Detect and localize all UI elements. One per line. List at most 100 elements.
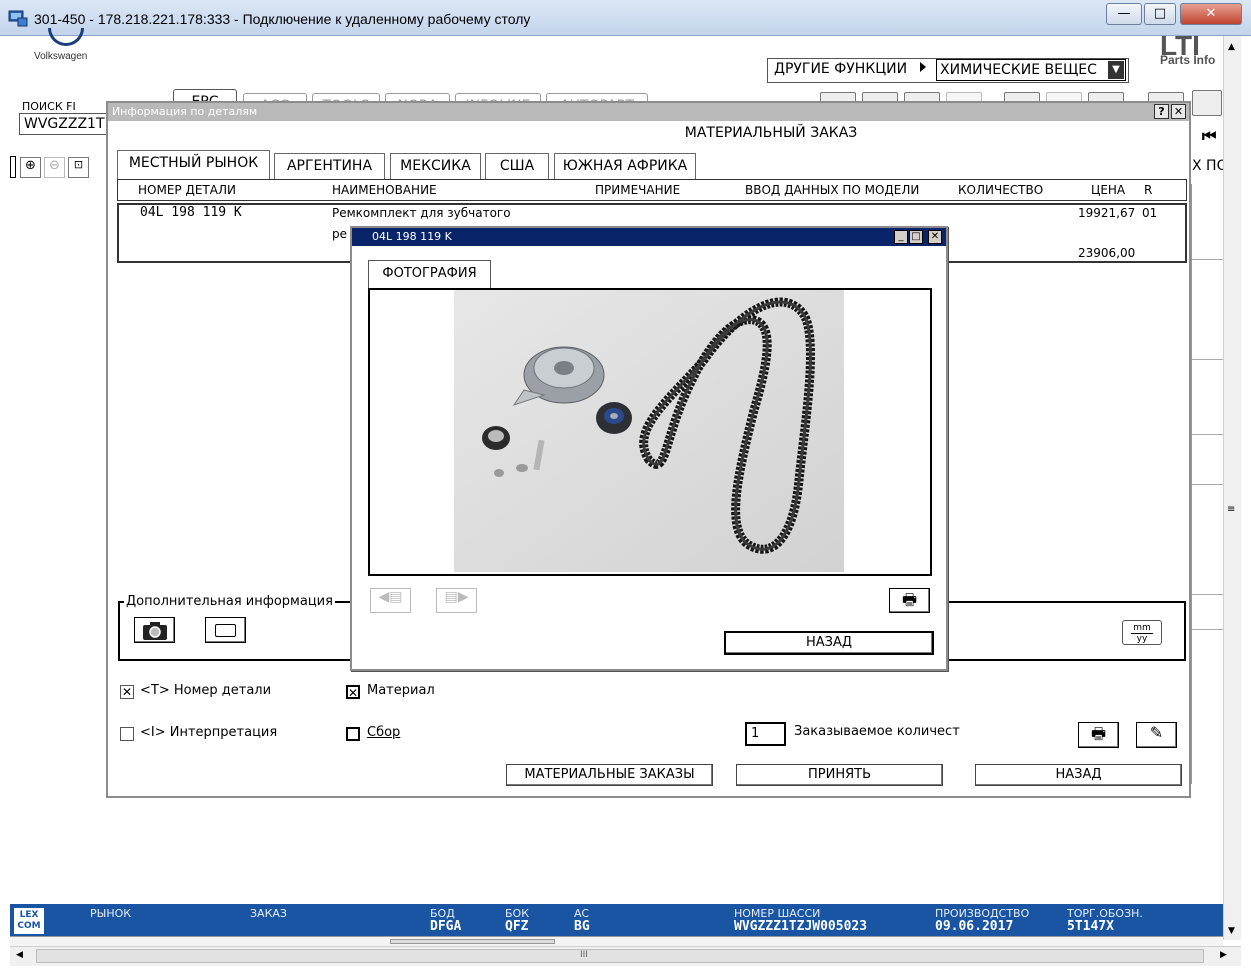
col-note: ПРИМЕЧАНИЕ <box>595 183 681 197</box>
part-number-label: <T> Номер детали <box>140 683 272 698</box>
row-price: 19921,67 <box>1078 206 1136 220</box>
print-button[interactable]: 🖶 <box>1078 722 1119 748</box>
dialog-close-icon[interactable]: ✕ <box>1171 104 1186 119</box>
inner-hscroll[interactable] <box>10 936 1223 946</box>
order-qty-label: Заказываемое количест <box>794 724 960 739</box>
zoom-in-icon[interactable]: ⊕ <box>20 157 41 178</box>
remote-desktop-icon <box>8 10 28 27</box>
prev-photo-button[interactable]: ◀▤ <box>370 588 411 613</box>
tab-argentina[interactable]: АРГЕНТИНА <box>274 153 385 179</box>
status-value-trade: 5T147X <box>1067 919 1114 934</box>
assembly-label: Сбор <box>367 725 401 740</box>
col-model: ВВОД ДАННЫХ ПО МОДЕЛИ <box>745 183 920 197</box>
accept-button[interactable]: ПРИНЯТЬ <box>736 764 943 786</box>
row-part-no: 04L 198 119 K <box>140 205 242 220</box>
mm-label: mm <box>1131 623 1153 634</box>
back-button[interactable]: НАЗАД <box>975 764 1182 786</box>
next-photo-button[interactable]: ▤▶ <box>436 588 477 613</box>
close-button[interactable]: ✕ <box>1180 3 1242 25</box>
dialog-title-bar: Информация по деталям ? ✕ <box>108 103 1189 121</box>
scroll-thumb-grip-icon: III <box>580 950 588 960</box>
search-input[interactable]: WVGZZZ1T <box>19 113 117 135</box>
tab-usa[interactable]: США <box>485 153 549 179</box>
popup-back-button[interactable]: НАЗАД <box>724 631 934 655</box>
edit-icon: ✎ <box>1149 723 1164 742</box>
search-label: ПОИСК FI <box>22 100 76 113</box>
interpretation-label: <I> Интерпретация <box>140 725 278 740</box>
zoom-out-icon[interactable]: ⊖ <box>44 157 65 178</box>
window-title: 301-450 - 178.218.221.178:333 - Подключе… <box>34 11 531 27</box>
next-icon: ▤▶ <box>444 589 469 605</box>
vw-logo <box>48 28 84 46</box>
photo-title: 04L 198 119 K <box>372 230 452 243</box>
tab-south-africa[interactable]: ЮЖНАЯ АФРИКА <box>554 153 696 179</box>
lexcom-logo: LEX COM <box>14 908 44 934</box>
material-label: Материал <box>367 683 435 698</box>
col-price: ЦЕНА <box>1091 183 1126 197</box>
tab-mexico[interactable]: МЕКСИКА <box>390 153 481 179</box>
status-bar: LEX COM РЫНОК ЗАКАЗ БОД DFGA БОК QFZ AC … <box>10 904 1223 936</box>
status-value-bod: DFGA <box>430 919 462 934</box>
col-r: R <box>1144 183 1153 197</box>
brand-name: Volkswagen <box>34 51 88 62</box>
timing-belt-kit-photo <box>454 290 844 572</box>
row-name-line1: Ремкомплект для зубчатого <box>332 206 511 220</box>
status-value-production: 09.06.2017 <box>935 919 1014 934</box>
zoom-fit-icon[interactable]: ⊡ <box>68 157 89 178</box>
popup-close-icon[interactable]: ✕ <box>928 230 942 244</box>
dialog-heading: МАТЕРИАЛЬНЫЙ ЗАКАЗ <box>684 125 858 141</box>
help-icon[interactable]: ? <box>1154 104 1169 119</box>
edit-button[interactable]: ✎ <box>1136 722 1177 748</box>
row-name-line2: ре <box>332 227 347 241</box>
other-functions-label: ДРУГИЕ ФУНКЦИИ <box>774 61 908 77</box>
scroll-grip-icon[interactable]: ≡ <box>1227 504 1235 515</box>
tab-photo[interactable]: ФОТОГРАФИЯ <box>368 260 491 289</box>
dialog-title: Информация по деталям <box>112 105 258 118</box>
col-qty: КОЛИЧЕСТВО <box>958 183 1044 197</box>
row-price-2: 23906,00 <box>1078 246 1136 260</box>
order-qty-input[interactable]: 1 <box>745 722 786 746</box>
first-page-icon[interactable]: ⏮ <box>1202 126 1222 148</box>
popup-print-button[interactable]: 🖶 <box>889 588 930 613</box>
interpretation-checkbox[interactable] <box>120 727 134 741</box>
material-checkbox[interactable]: ✕ <box>346 685 360 699</box>
popup-maximize-icon[interactable]: □ <box>909 230 923 244</box>
frame-icon <box>215 624 236 637</box>
scroll-right-icon[interactable]: ▶ <box>1220 950 1227 960</box>
other-functions-select[interactable]: ХИМИЧЕСКИЕ ВЕЩЕС ▼ <box>936 59 1126 81</box>
panel-toggle-icon[interactable] <box>1192 90 1222 116</box>
right-panel <box>1191 184 1224 784</box>
col-name: НАИМЕНОВАНИЕ <box>332 183 437 197</box>
assembly-checkbox[interactable] <box>346 727 360 741</box>
col-part-no: НОМЕР ДЕТАЛИ <box>138 183 236 197</box>
photo-title-bar: 04L 198 119 K _ □ ✕ <box>352 228 946 246</box>
photo-button[interactable] <box>134 617 175 643</box>
printer-icon: 🖶 <box>1090 724 1107 743</box>
arrow-right-icon <box>920 62 926 72</box>
additional-info-label: Дополнительная информация <box>124 594 335 609</box>
scroll-down-icon[interactable]: ▼ <box>1228 926 1235 936</box>
horizontal-scrollbar[interactable]: ◀ III ▶ <box>10 946 1241 966</box>
scroll-left-icon[interactable]: ◀ <box>16 950 23 960</box>
prev-icon: ◀▤ <box>378 589 403 605</box>
yy-label: yy <box>1136 634 1148 644</box>
vertical-scrollbar[interactable]: ▲ ≡ ▼ <box>1223 36 1241 940</box>
tab-local-market[interactable]: МЕСТНЫЙ РЫНОК <box>117 150 270 180</box>
select-value: ХИМИЧЕСКИЕ ВЕЩЕС <box>940 62 1097 78</box>
date-format-button[interactable]: mm yy <box>1122 620 1162 645</box>
scroll-up-icon[interactable]: ▲ <box>1228 42 1235 52</box>
maximize-button[interactable]: □ <box>1144 3 1176 25</box>
photo-frame <box>368 288 932 576</box>
row-r: 01 <box>1142 206 1158 220</box>
part-number-checkbox[interactable]: ✕ <box>120 685 134 699</box>
material-orders-button[interactable]: МАТЕРИАЛЬНЫЕ ЗАКАЗЫ <box>506 764 713 786</box>
frame-button[interactable] <box>205 617 246 643</box>
minimize-button[interactable]: — <box>1106 3 1142 25</box>
status-value-bok: QFZ <box>505 919 529 934</box>
printer-icon: 🖶 <box>901 590 918 609</box>
scroll-thumb[interactable] <box>36 949 1204 963</box>
status-value-chassis: WVGZZZ1TZJW005023 <box>734 919 868 934</box>
popup-minimize-icon[interactable]: _ <box>894 230 908 244</box>
chevron-down-icon[interactable]: ▼ <box>1108 61 1124 79</box>
parts-info-label: Parts Info <box>1160 53 1216 67</box>
